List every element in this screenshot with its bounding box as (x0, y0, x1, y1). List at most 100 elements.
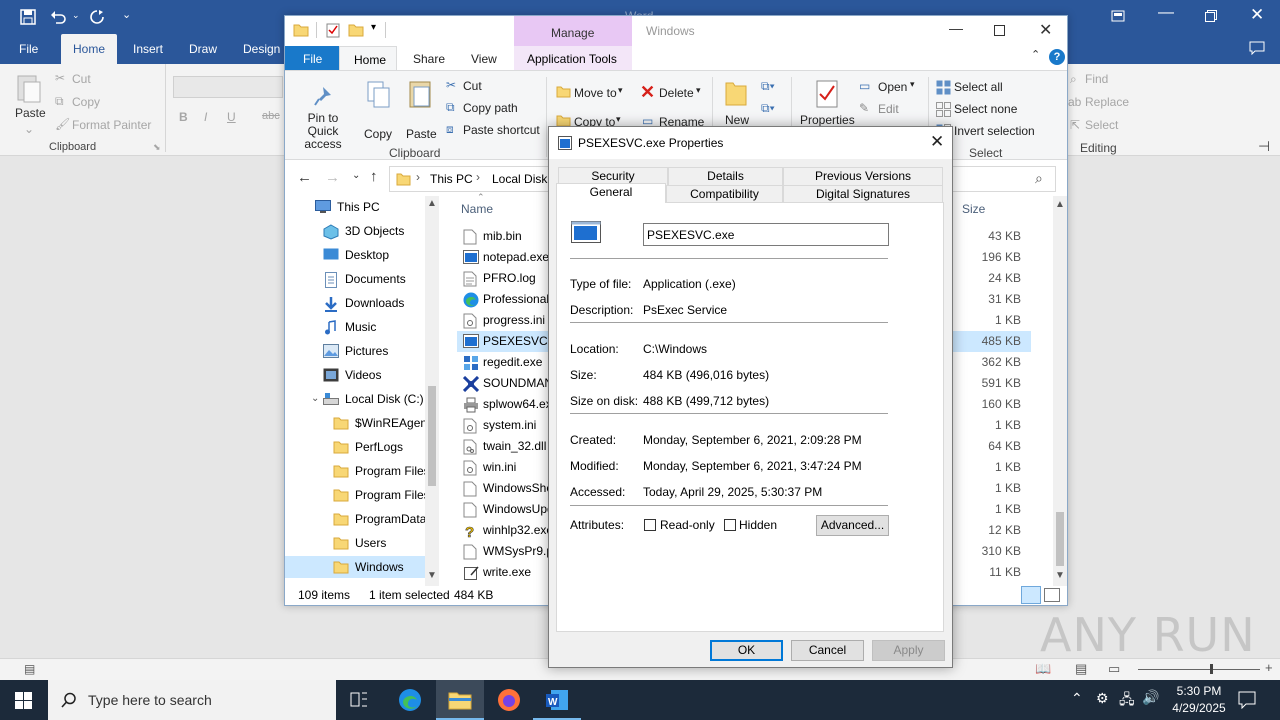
explorer-tab-home[interactable]: Home (339, 46, 397, 71)
nav-item[interactable]: ProgramData (285, 508, 426, 530)
task-view-icon[interactable] (350, 691, 368, 709)
up-icon[interactable]: ↑ (370, 168, 378, 185)
delete-button[interactable]: Delete (659, 86, 694, 100)
word-paste-label[interactable]: Paste (15, 106, 46, 120)
cancel-button[interactable]: Cancel (791, 640, 864, 661)
nav-item[interactable]: This PC (285, 196, 425, 218)
volume-icon[interactable]: 🔊 (1142, 689, 1159, 706)
file-scroll-up-icon[interactable]: ▲ (1055, 199, 1065, 210)
help-icon[interactable]: ? (1049, 49, 1065, 65)
explorer-tab-application-tools[interactable]: Application Tools (514, 46, 632, 70)
explorer-close-icon[interactable]: ✕ (1039, 20, 1052, 40)
word-paste-icon[interactable] (16, 72, 42, 104)
windows-start-icon[interactable] (15, 692, 32, 709)
nav-item[interactable]: Desktop (285, 244, 425, 266)
explorer-copy-button[interactable]: Copy (364, 127, 392, 141)
font-name-box[interactable] (173, 76, 283, 98)
customize-toolbar-icon[interactable]: ⌄ (122, 8, 131, 21)
file-row[interactable]: PFRO.log (457, 268, 550, 289)
word-status-icon[interactable]: ▤ (24, 662, 35, 676)
nav-scroll-thumb[interactable] (428, 386, 436, 486)
web-layout-icon[interactable]: ▭ (1108, 661, 1120, 677)
nav-item[interactable]: Downloads (285, 292, 425, 314)
new-folder-qat-icon[interactable] (348, 23, 364, 37)
easy-access-icon[interactable]: ⧉▾ (761, 101, 775, 116)
collapse-ribbon-icon[interactable]: ⌃ (1031, 48, 1040, 61)
qat-dropdown-icon[interactable]: ▾ (371, 22, 376, 33)
undo-icon[interactable] (50, 9, 66, 25)
manage-tab[interactable]: Manage (514, 16, 632, 46)
tab-digital-signatures[interactable]: Digital Signatures (783, 185, 943, 203)
explorer-maximize-icon[interactable] (994, 25, 1005, 36)
hidden-checkbox[interactable] (724, 519, 736, 531)
new-folder-button[interactable]: New (725, 113, 749, 127)
file-row[interactable]: WindowsUpd (457, 499, 550, 520)
tab-compatibility[interactable]: Compatibility (666, 185, 783, 203)
details-view-icon[interactable] (1021, 586, 1041, 604)
back-icon[interactable]: ← (297, 169, 312, 186)
network-icon[interactable]: 🖧 (1119, 689, 1135, 713)
undo-dropdown-icon[interactable]: ⌄ (72, 10, 80, 21)
word-tab-insert[interactable]: Insert (133, 42, 163, 56)
nav-item[interactable]: Program Files (285, 484, 430, 506)
file-row[interactable]: system.ini (457, 415, 550, 436)
hidden-label[interactable]: Hidden (739, 518, 777, 532)
word-find-label[interactable]: Find (1085, 72, 1108, 86)
ribbon-display-icon[interactable] (1111, 10, 1125, 22)
pin-ribbon-icon[interactable]: ⊣ (1258, 138, 1270, 155)
bold-button[interactable]: B (179, 110, 188, 124)
clock-date[interactable]: 4/29/2025 (1167, 701, 1231, 715)
explorer-tab-view[interactable]: View (471, 52, 497, 66)
advanced-button[interactable]: Advanced... (816, 515, 889, 536)
dialog-close-icon[interactable]: ✕ (930, 132, 944, 152)
zoom-slider[interactable] (1138, 669, 1260, 670)
nav-item[interactable]: Program Files (285, 460, 430, 482)
large-icons-view-icon[interactable] (1044, 588, 1060, 602)
breadcrumb-local-disk[interactable]: Local Disk (492, 172, 547, 186)
nav-item[interactable]: ⌄ Local Disk (C:) (285, 388, 425, 410)
explorer-minimize-icon[interactable]: — (949, 20, 963, 36)
invert-selection-button[interactable]: Invert selection (954, 124, 1035, 138)
meet-now-icon[interactable]: ⚙ (1096, 690, 1109, 707)
file-scroll-down-icon[interactable]: ▼ (1055, 570, 1065, 581)
copy-to-dropdown-icon[interactable]: ▾ (616, 114, 621, 125)
select-all-button[interactable]: Select all (954, 80, 1003, 94)
file-row[interactable]: WMSysPr9.p (457, 541, 550, 562)
explorer-tab-file[interactable]: File (285, 46, 339, 70)
explorer-search-box[interactable]: ⌕ (952, 166, 1056, 192)
word-tab-home[interactable]: Home (61, 34, 118, 64)
open-dropdown-icon[interactable]: ▾ (910, 79, 915, 90)
properties-button[interactable]: Properties (800, 113, 855, 127)
nav-scroll-down-icon[interactable]: ▼ (427, 570, 437, 581)
forward-icon[interactable]: → (325, 169, 340, 186)
redo-icon[interactable] (89, 9, 105, 25)
move-to-button[interactable]: Move to (574, 86, 617, 100)
apply-button[interactable]: Apply (872, 640, 945, 661)
nav-item[interactable]: Pictures (285, 340, 425, 362)
file-row[interactable]: WindowsShe (457, 478, 550, 499)
nav-item[interactable]: PerfLogs (285, 436, 425, 458)
file-row[interactable]: progress.ini (457, 310, 550, 331)
file-row[interactable]: ? winhlp32.exe (457, 520, 550, 541)
copy-path-button[interactable]: Copy path (463, 101, 518, 115)
word-restore-icon[interactable] (1205, 10, 1217, 22)
show-hidden-icons-icon[interactable]: ⌃ (1071, 690, 1083, 707)
ok-button[interactable]: OK (710, 640, 783, 661)
nav-item[interactable]: 3D Objects (285, 220, 425, 242)
nav-item[interactable]: Music (285, 316, 425, 338)
nav-scroll-up-icon[interactable]: ▲ (427, 198, 437, 209)
file-row[interactable]: write.exe (457, 562, 550, 583)
tab-details[interactable]: Details (668, 167, 783, 185)
tab-general[interactable]: General (556, 183, 666, 203)
word-paste-dropdown-icon[interactable]: ⌄ (24, 122, 34, 136)
taskbar-explorer-button[interactable] (436, 680, 484, 720)
zoom-slider-thumb[interactable] (1210, 664, 1213, 674)
word-tab-file[interactable]: File (19, 42, 38, 56)
file-row[interactable]: win.ini (457, 457, 550, 478)
notifications-icon[interactable] (1238, 691, 1256, 709)
explorer-paste-button[interactable]: Paste (406, 127, 437, 141)
file-row[interactable]: Professional. (457, 289, 550, 310)
file-row[interactable]: splwow64.exe (457, 394, 550, 415)
nav-item[interactable]: Windows (285, 556, 425, 578)
taskbar-search-box[interactable]: Type here to search (48, 680, 336, 720)
